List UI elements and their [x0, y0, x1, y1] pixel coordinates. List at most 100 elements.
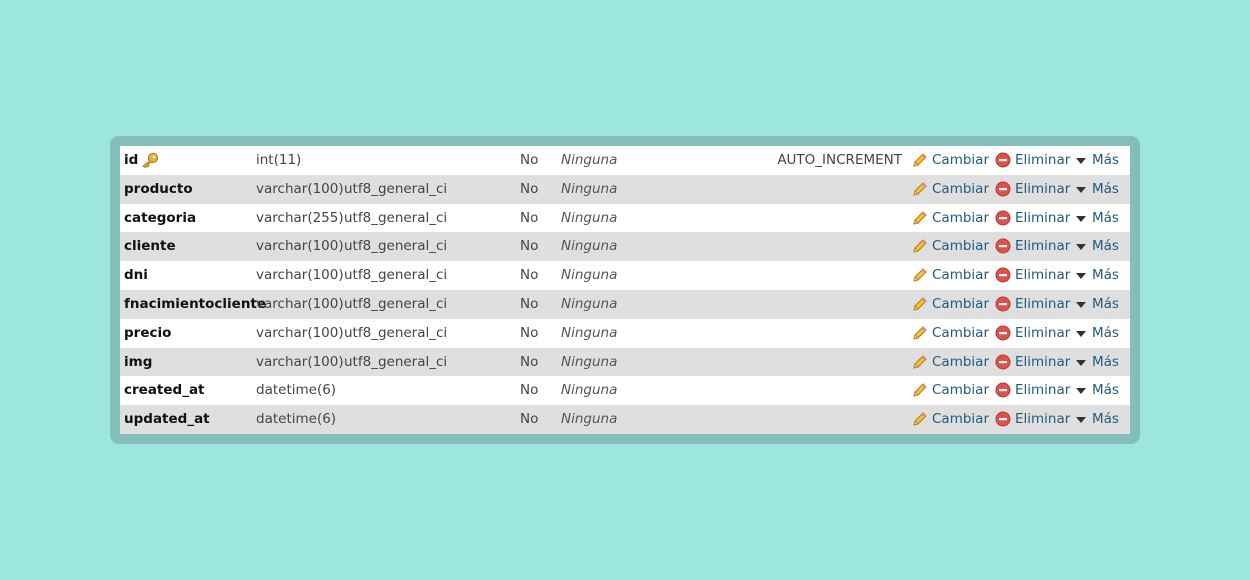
column-type: varchar(100)	[256, 295, 344, 312]
column-collation: utf8_general_ci	[344, 238, 448, 255]
drop-column-button[interactable]: Eliminar	[995, 405, 1070, 434]
column-type: varchar(100)	[256, 180, 344, 197]
triangle-down-icon	[1076, 417, 1086, 424]
pencil-icon	[913, 210, 927, 225]
change-column-button[interactable]: Cambiar	[912, 204, 989, 233]
drop-column-button[interactable]: Eliminar	[995, 290, 1070, 319]
column-null: No	[520, 152, 539, 168]
drop-icon	[995, 411, 1011, 427]
column-type: datetime(6)	[256, 411, 337, 428]
more-label: Más	[1092, 267, 1119, 284]
more-label: Más	[1092, 382, 1119, 399]
more-actions-button[interactable]: Más	[1074, 376, 1119, 405]
drop-column-button[interactable]: Eliminar	[995, 204, 1070, 233]
column-null: No	[520, 209, 539, 226]
pencil-icon	[913, 326, 927, 340]
drop-icon	[995, 238, 1011, 254]
more-actions-button[interactable]: Más	[1074, 232, 1119, 261]
drop-icon	[995, 181, 1011, 197]
column-type: varchar(255)	[256, 209, 344, 226]
column-null: No	[520, 382, 539, 399]
table-row: dni varchar(100) utf8_general_ci No Ninguna C…	[120, 261, 1130, 290]
drop-icon	[995, 354, 1011, 370]
drop-label: Eliminar	[1015, 353, 1071, 370]
column-null: No	[520, 295, 539, 312]
column-default: Ninguna	[561, 353, 618, 370]
change-label: Cambiar	[932, 180, 989, 197]
more-label: Más	[1092, 324, 1119, 341]
column-collation: utf8_general_ci	[344, 267, 448, 284]
column-extra: AUTO_INCREMENT	[777, 152, 902, 168]
drop-label: Eliminar	[1015, 295, 1071, 312]
drop-label: Eliminar	[1015, 152, 1071, 168]
change-column-button[interactable]: Cambiar	[912, 319, 989, 348]
drop-column-button[interactable]: Eliminar	[995, 319, 1070, 348]
column-name: categoria	[124, 209, 197, 226]
column-default: Ninguna	[561, 324, 618, 341]
change-column-button[interactable]: Cambiar	[912, 232, 989, 261]
drop-icon	[995, 152, 1011, 168]
column-null: No	[520, 267, 539, 284]
change-label: Cambiar	[932, 267, 989, 284]
column-type: int(11)	[256, 152, 302, 168]
column-default: Ninguna	[561, 382, 618, 399]
drop-column-button[interactable]: Eliminar	[995, 261, 1070, 290]
drop-column-button[interactable]: Eliminar	[995, 175, 1070, 204]
change-label: Cambiar	[932, 295, 989, 312]
table-row: precio varchar(100) utf8_general_ci No Ningu…	[120, 318, 1130, 348]
drop-label: Eliminar	[1015, 382, 1071, 399]
triangle-down-icon	[1076, 244, 1086, 251]
more-actions-button[interactable]: Más	[1074, 405, 1119, 434]
table-row: created_at datetime(6) No Ninguna Cambiar Eli…	[120, 376, 1130, 406]
drop-icon	[995, 267, 1011, 283]
drop-column-button[interactable]: Eliminar	[995, 232, 1070, 261]
column-default: Ninguna	[561, 180, 618, 197]
drop-column-button[interactable]: Eliminar	[995, 146, 1070, 175]
column-collation: utf8_general_ci	[344, 353, 448, 370]
column-null: No	[520, 180, 539, 197]
more-actions-button[interactable]: Más	[1074, 319, 1119, 348]
table-row: categoria varchar(255) utf8_general_ci No Ni…	[120, 203, 1130, 233]
table-row: fnacimientocliente varchar(100) utf8_gener…	[120, 289, 1130, 319]
column-type: varchar(100)	[256, 238, 344, 255]
pencil-icon	[913, 239, 927, 254]
change-column-button[interactable]: Cambiar	[912, 376, 989, 405]
change-label: Cambiar	[932, 353, 989, 370]
table-row: producto varchar(100) utf8_general_ci No Nin…	[120, 174, 1130, 204]
more-actions-button[interactable]: Más	[1074, 348, 1119, 377]
drop-column-button[interactable]: Eliminar	[995, 376, 1070, 405]
column-collation: utf8_general_ci	[344, 180, 448, 197]
change-label: Cambiar	[932, 209, 989, 226]
column-collation: utf8_general_ci	[344, 295, 448, 312]
change-column-button[interactable]: Cambiar	[912, 405, 989, 434]
triangle-down-icon	[1076, 158, 1086, 164]
table-row: id int(11) No Ninguna AUTO_INCREMENT Cambiar E…	[120, 146, 1130, 175]
column-type: varchar(100)	[256, 324, 344, 341]
more-actions-button[interactable]: Más	[1074, 146, 1119, 175]
change-column-button[interactable]: Cambiar	[912, 261, 989, 290]
more-label: Más	[1092, 238, 1119, 255]
column-collation: utf8_general_ci	[344, 209, 448, 226]
change-column-button[interactable]: Cambiar	[912, 175, 989, 204]
column-name: img	[124, 353, 153, 370]
more-label: Más	[1092, 353, 1119, 370]
column-null: No	[520, 353, 539, 370]
drop-icon	[995, 210, 1011, 226]
change-column-button[interactable]: Cambiar	[912, 146, 989, 175]
pencil-icon	[913, 354, 927, 369]
more-actions-button[interactable]: Más	[1074, 290, 1119, 319]
more-label: Más	[1092, 411, 1119, 428]
more-actions-button[interactable]: Más	[1074, 204, 1119, 233]
drop-label: Eliminar	[1015, 238, 1071, 255]
pencil-icon	[913, 153, 927, 167]
drop-label: Eliminar	[1015, 267, 1071, 284]
change-column-button[interactable]: Cambiar	[912, 290, 989, 319]
more-actions-button[interactable]: Más	[1074, 261, 1119, 290]
column-collation: utf8_general_ci	[344, 324, 448, 341]
change-label: Cambiar	[932, 411, 989, 428]
more-actions-button[interactable]: Más	[1074, 175, 1119, 204]
drop-label: Eliminar	[1015, 209, 1071, 226]
drop-column-button[interactable]: Eliminar	[995, 348, 1070, 377]
change-column-button[interactable]: Cambiar	[912, 348, 989, 377]
change-label: Cambiar	[932, 324, 989, 341]
